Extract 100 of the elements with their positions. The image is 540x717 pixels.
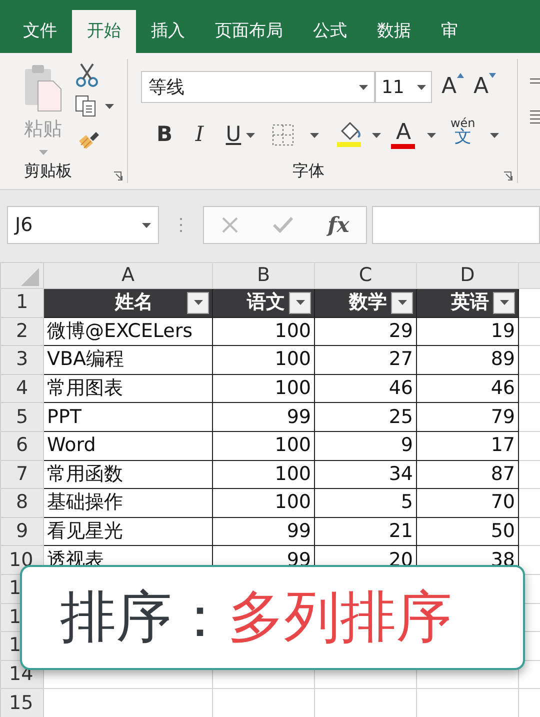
table-cell: 99 — [212, 517, 314, 546]
ribbon-tab[interactable]: 审 — [426, 10, 473, 53]
caret-icon[interactable] — [142, 222, 151, 228]
row-header[interactable]: 8 — [0, 488, 44, 518]
copy-icon — [75, 95, 97, 117]
caption-value: 多列排序 — [228, 590, 452, 646]
table-cell: 46 — [416, 374, 518, 403]
formula-input[interactable] — [372, 206, 540, 244]
group-label: 剪贴板 — [24, 160, 72, 182]
header-text: 姓名 — [115, 293, 153, 312]
table-cell: 100 — [212, 488, 314, 518]
scissors-icon[interactable] — [76, 63, 98, 87]
table-cell: 常用图表 — [44, 374, 212, 403]
table-cell: 79 — [416, 402, 518, 432]
ribbon-tab[interactable]: 插入 — [136, 10, 200, 53]
group-label: 字体 — [292, 160, 324, 182]
row-header[interactable]: 5 — [0, 402, 44, 432]
ribbon-tab[interactable]: 数据 — [362, 10, 426, 53]
table-cell: 100 — [212, 460, 314, 489]
ribbon-tab[interactable]: 文件 — [8, 10, 72, 53]
format-button[interactable]: U — [221, 121, 246, 149]
column-header[interactable]: A — [44, 262, 212, 288]
font-name-field[interactable]: 等线 — [141, 71, 376, 103]
launcher-icon[interactable] — [113, 171, 124, 181]
caret-icon[interactable] — [310, 133, 320, 138]
font-size-value: 11 — [381, 76, 404, 100]
header-text: 英语 — [451, 293, 489, 312]
table-cell: 50 — [416, 517, 518, 546]
table-cell: 常用函数 — [44, 460, 212, 489]
table-cell: 9 — [314, 431, 416, 460]
caret-icon[interactable] — [246, 133, 256, 138]
table-cell: 29 — [314, 317, 416, 346]
caret-icon — [296, 300, 304, 306]
caret-icon — [398, 300, 406, 306]
column-header[interactable]: C — [314, 262, 416, 288]
table-cell: PPT — [44, 402, 212, 432]
row-header[interactable]: 9 — [0, 517, 44, 546]
column-header[interactable]: D — [416, 262, 518, 288]
insert-function-button[interactable]: fx — [328, 209, 350, 241]
row-header[interactable]: 2 — [0, 317, 44, 346]
table-cell: 70 — [416, 488, 518, 518]
table-cell: 99 — [212, 402, 314, 432]
ribbon-tab[interactable]: 页面布局 — [200, 10, 298, 53]
ribbon-tab[interactable]: 公式 — [298, 10, 362, 53]
filter-button[interactable] — [289, 292, 311, 314]
name-box[interactable]: J6 — [7, 206, 159, 244]
caret-icon[interactable] — [359, 84, 368, 90]
table-cell: 19 — [416, 317, 518, 346]
caret-icon[interactable] — [417, 84, 426, 90]
header-text: 语文 — [247, 293, 285, 312]
caret-icon — [105, 104, 114, 108]
grow-font-button[interactable]: A — [438, 73, 466, 103]
table-cell: 基础操作 — [44, 488, 212, 518]
table-cell: 100 — [212, 431, 314, 460]
column-header[interactable]: B — [212, 262, 314, 288]
table-cell: 27 — [314, 346, 416, 374]
shrink-font-button[interactable]: A — [470, 73, 498, 103]
format-button[interactable]: B — [152, 121, 176, 149]
ribbon-tab[interactable]: 开始 — [72, 10, 136, 53]
row-header[interactable]: 7 — [0, 460, 44, 489]
check-icon[interactable] — [272, 216, 294, 234]
triangle-icon — [488, 73, 496, 78]
header-text: 数学 — [349, 293, 387, 312]
font-size-field[interactable]: 11 — [375, 71, 432, 103]
caret-icon[interactable] — [427, 133, 436, 138]
table-cell: 87 — [416, 460, 518, 489]
caret-icon[interactable] — [372, 133, 382, 138]
table-cell: 46 — [314, 374, 416, 403]
table-cell: 21 — [314, 517, 416, 546]
table-cell: 25 — [314, 402, 416, 432]
row-header[interactable]: 1 — [0, 288, 44, 318]
table-cell: 17 — [416, 431, 518, 460]
table-cell: 微博@EXCELers — [44, 317, 212, 346]
phonetic-button[interactable]: wén 文 — [450, 117, 476, 146]
row-header[interactable]: 15 — [0, 688, 44, 717]
caption-label: 排序： — [60, 590, 228, 646]
filter-button[interactable] — [391, 292, 413, 314]
caret-icon — [500, 300, 508, 306]
table-cell: 5 — [314, 488, 416, 518]
caret-icon[interactable] — [490, 133, 500, 138]
table-cell: Word — [44, 431, 212, 460]
caret-icon — [194, 300, 202, 306]
borders-icon[interactable] — [272, 124, 294, 146]
name-box-value: J6 — [15, 212, 33, 238]
format-painter-icon[interactable] — [76, 129, 100, 151]
row-header[interactable]: 3 — [0, 346, 44, 374]
filter-button[interactable] — [187, 292, 209, 314]
color-bar-icon — [391, 144, 416, 148]
filter-button[interactable] — [493, 292, 515, 314]
table-cell: 89 — [416, 346, 518, 374]
format-button[interactable]: I — [187, 121, 212, 149]
table-cell: 100 — [212, 374, 314, 403]
copy-button[interactable] — [75, 95, 114, 117]
row-header[interactable]: 6 — [0, 431, 44, 460]
launcher-icon[interactable] — [503, 171, 513, 181]
triangle-icon — [456, 73, 464, 78]
fill-color-icon[interactable] — [337, 121, 364, 149]
font-color-button[interactable]: A — [390, 119, 416, 151]
table-cell: VBA编程 — [44, 346, 212, 374]
row-header[interactable]: 4 — [0, 374, 44, 403]
